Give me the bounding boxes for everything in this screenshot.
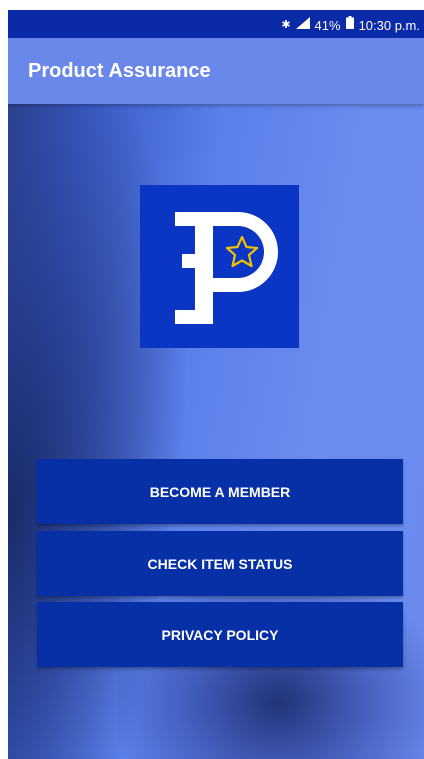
ep-star-logo-icon — [140, 185, 299, 348]
phone-frame: ✱ 41% 10:30 p.m. Product Assurance BECOM… — [0, 0, 424, 759]
become-member-button[interactable]: BECOME A MEMBER — [37, 459, 403, 524]
status-indicators: ✱ 41% 10:30 p.m. — [281, 16, 420, 34]
app-screen: ✱ 41% 10:30 p.m. Product Assurance BECOM… — [8, 10, 424, 759]
battery-percent: 41% — [314, 17, 341, 33]
status-bar: ✱ 41% 10:30 p.m. — [8, 10, 424, 38]
app-bar: Product Assurance — [8, 38, 424, 104]
status-time: 10:30 p.m. — [358, 17, 420, 33]
privacy-policy-button[interactable]: PRIVACY POLICY — [37, 602, 403, 667]
check-item-status-button[interactable]: CHECK ITEM STATUS — [37, 531, 403, 596]
battery-icon — [345, 16, 354, 34]
signal-icon — [295, 16, 310, 34]
bluetooth-icon: ✱ — [281, 19, 291, 31]
app-title: Product Assurance — [28, 60, 211, 82]
